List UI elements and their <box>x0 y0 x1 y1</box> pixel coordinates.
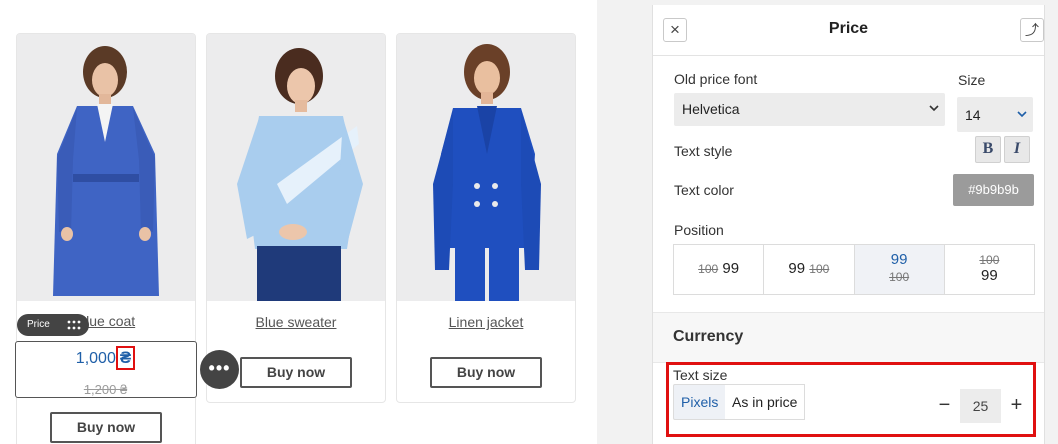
price-value: 1,000 <box>75 350 116 367</box>
position-options: 100 99 99 100 99 100 100 99 <box>673 244 1035 295</box>
new-price-sample: 99 <box>788 260 806 277</box>
text-size-highlight <box>666 362 1036 437</box>
size-select-value: 14 <box>965 107 981 123</box>
back-arrow-icon[interactable]: ⤴ <box>1020 18 1044 42</box>
product-card-linen-jacket[interactable]: Linen jacket Buy now <box>396 33 576 403</box>
panel-title: Price <box>828 20 869 37</box>
drag-handle-icon[interactable] <box>67 320 81 330</box>
position-option-old-right[interactable]: 99 100 <box>764 245 855 294</box>
font-select-value: Helvetica <box>682 101 740 117</box>
bold-button[interactable]: B <box>975 136 1001 163</box>
old-price-sample: 100 <box>809 262 830 276</box>
text-color-label: Text color <box>674 182 734 198</box>
product-canvas: Buy now Blue sweater Buy now Linen jacke… <box>0 0 597 444</box>
product-photo-blue-sweater <box>207 34 385 301</box>
new-price-sample: 99 <box>722 260 740 277</box>
text-style-label: Text style <box>674 143 733 159</box>
product-name-link[interactable]: Blue sweater <box>207 314 385 330</box>
panel-header: × Price ⤴ <box>653 5 1044 56</box>
price-element-tag[interactable]: Price <box>17 314 89 336</box>
new-price-sample: 99 <box>890 251 908 268</box>
buy-now-button[interactable]: Buy now <box>240 357 352 388</box>
position-option-old-above[interactable]: 100 99 <box>945 245 1034 294</box>
price-current: 1,000 ₴ <box>16 346 195 370</box>
position-label: Position <box>674 222 724 238</box>
product-photo-linen-jacket <box>397 34 575 301</box>
buy-now-button[interactable]: Buy now <box>430 357 542 388</box>
italic-button[interactable]: I <box>1004 136 1030 163</box>
chevron-down-icon <box>1017 111 1027 118</box>
currency-section-header: Currency <box>653 312 1044 363</box>
chevron-down-icon <box>929 105 939 112</box>
product-card-blue-sweater[interactable]: Blue sweater Buy now <box>206 33 386 403</box>
position-option-old-below[interactable]: 99 100 <box>854 245 945 294</box>
price-tag-label: Price <box>27 319 50 330</box>
buy-now-button[interactable]: Buy now <box>50 412 162 443</box>
text-color-swatch[interactable]: #9b9b9b <box>953 174 1034 206</box>
old-price-sample: 100 <box>979 253 1000 267</box>
old-price-sample: 100 <box>889 270 910 284</box>
currency-title: Currency <box>673 328 744 345</box>
product-name-link[interactable]: Linen jacket <box>397 314 575 330</box>
old-price-sample: 100 <box>698 262 719 276</box>
currency-symbol-highlighted[interactable]: ₴ <box>115 346 136 370</box>
size-label: Size <box>958 72 986 88</box>
size-select[interactable]: 14 <box>957 97 1033 132</box>
product-photo-blue-coat <box>17 34 195 301</box>
new-price-sample: 99 <box>981 267 998 284</box>
font-select[interactable]: Helvetica <box>674 93 945 126</box>
more-options-button[interactable]: ••• <box>200 350 239 389</box>
price-old: 1,200 ₴ <box>83 382 128 397</box>
old-price-font-label: Old price font <box>674 71 758 87</box>
position-option-old-left[interactable]: 100 99 <box>674 245 765 294</box>
price-element-selected[interactable]: 1,000 ₴ 1,200 ₴ <box>15 341 197 398</box>
